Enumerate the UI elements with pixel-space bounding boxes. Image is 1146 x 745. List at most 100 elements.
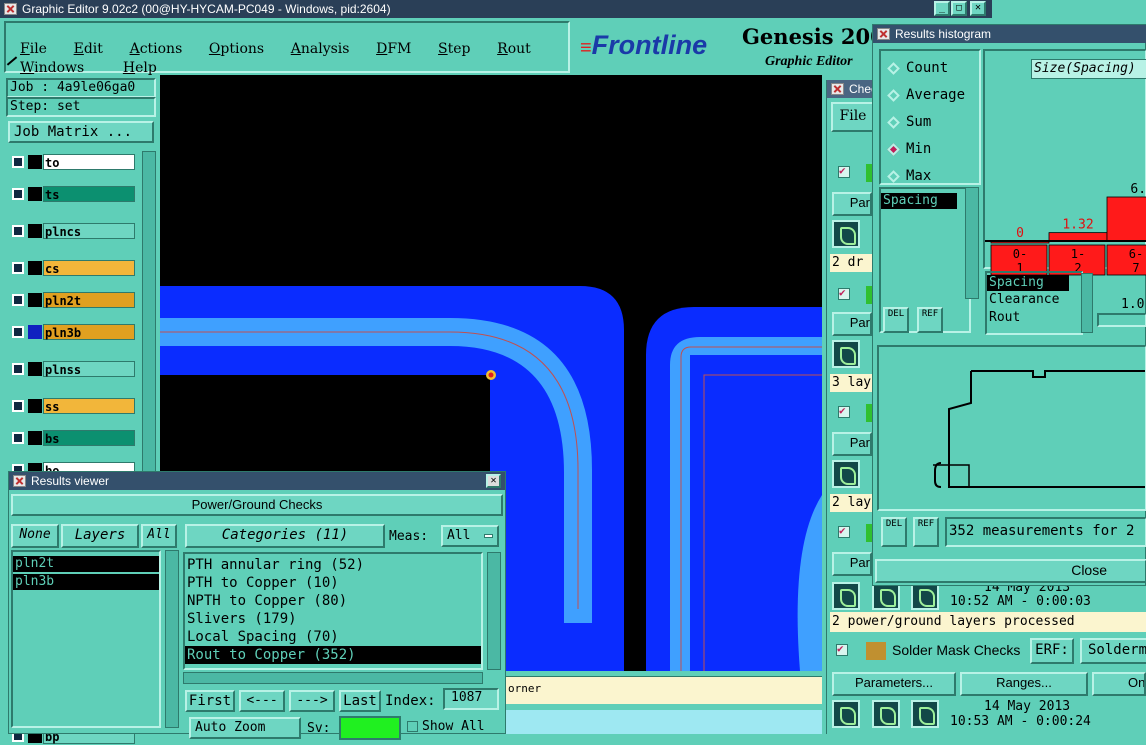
mode-radio-min[interactable]: Min — [887, 136, 979, 163]
check-item-checkbox[interactable] — [838, 524, 850, 538]
measure-type-item[interactable]: Spacing — [987, 275, 1069, 291]
run-icon[interactable] — [832, 460, 860, 488]
result-layer-item[interactable]: pln2t — [13, 556, 159, 572]
maximize-button[interactable]: □ — [951, 1, 967, 16]
prev-button[interactable]: <--- — [239, 690, 285, 712]
layer-name[interactable]: plnss — [43, 361, 135, 377]
erf-select[interactable]: Soldermask — [1080, 638, 1146, 664]
run-all-icon[interactable] — [871, 582, 900, 610]
last-button[interactable]: Last — [339, 690, 381, 712]
categories-button[interactable]: Categories (11) — [185, 524, 385, 548]
category-hscrollbar[interactable] — [183, 672, 483, 684]
ref-button-top[interactable]: REF — [917, 307, 943, 333]
check-parameters-button[interactable]: Par — [832, 432, 872, 456]
layer-checkbox[interactable] — [12, 326, 24, 338]
run-error-icon[interactable] — [911, 700, 940, 728]
layer-checkbox[interactable] — [12, 188, 24, 200]
meas-select[interactable]: All — [441, 525, 499, 547]
checklist-file-menu[interactable]: File — [831, 102, 875, 132]
histogram-list-item[interactable]: Spacing — [881, 193, 957, 209]
auto-zoom-select[interactable]: Auto Zoom — [189, 717, 301, 739]
layer-checkbox[interactable] — [12, 156, 24, 168]
check-parameters-button[interactable]: Par — [832, 552, 872, 576]
layer-checkbox[interactable] — [12, 262, 24, 274]
layer-row-pln3b[interactable]: pln3b — [8, 324, 135, 340]
del-button-top[interactable]: DEL — [883, 307, 909, 333]
layer-name[interactable]: pln3b — [43, 324, 135, 340]
layer-row-to[interactable]: to — [8, 154, 135, 170]
layer-row-ts[interactable]: ts — [8, 186, 135, 202]
result-layer-item[interactable]: pln3b — [13, 574, 159, 590]
ref-button[interactable]: REF — [913, 517, 939, 547]
ranges-button[interactable]: Ranges... — [960, 672, 1088, 696]
layer-name[interactable]: plncs — [43, 223, 135, 239]
menu-step[interactable]: Step — [438, 41, 470, 57]
layer-row-cs[interactable]: cs — [8, 260, 135, 276]
solder-mask-checkbox[interactable] — [836, 642, 848, 656]
menu-analysis[interactable]: Analysis — [291, 41, 350, 57]
menu-rout[interactable]: Rout — [497, 41, 531, 57]
layer-name[interactable]: to — [43, 154, 135, 170]
mode-radio-count[interactable]: Count — [887, 55, 979, 82]
none-button[interactable]: None — [11, 524, 59, 548]
layer-checkbox[interactable] — [12, 363, 24, 375]
mode-radio-average[interactable]: Average — [887, 82, 979, 109]
histogram-close-button[interactable]: Close — [875, 559, 1146, 583]
layers-button[interactable]: Layers — [61, 524, 139, 548]
mode-radio-max[interactable]: Max — [887, 163, 979, 190]
run-icon[interactable] — [832, 220, 860, 248]
category-scrollbar[interactable] — [487, 552, 501, 670]
category-item[interactable]: Local Spacing (70) — [185, 628, 481, 646]
menu-options[interactable]: Options — [209, 41, 264, 57]
parameters-button[interactable]: Parameters... — [832, 672, 956, 696]
close-button[interactable]: ✕ — [970, 1, 986, 16]
show-all-checkbox[interactable] — [407, 721, 418, 732]
layer-row-bs[interactable]: bs — [8, 430, 135, 446]
layer-checkbox[interactable] — [12, 400, 24, 412]
layer-list-scrollbar[interactable] — [142, 151, 156, 475]
category-item[interactable]: PTH annular ring (52) — [185, 556, 481, 574]
minimize-button[interactable]: _ — [934, 1, 950, 16]
layer-checkbox[interactable] — [12, 225, 24, 237]
category-item[interactable]: Slivers (179) — [185, 610, 481, 628]
layer-row-plncs[interactable]: plncs — [8, 223, 135, 239]
layer-name[interactable]: cs — [43, 260, 135, 276]
run-all-icon[interactable] — [871, 700, 900, 728]
del-button[interactable]: DEL — [881, 517, 907, 547]
on-button[interactable]: On — [1092, 672, 1146, 696]
check-parameters-button[interactable]: Par — [832, 312, 872, 336]
sv-color-button[interactable] — [339, 716, 401, 740]
menu-dfm[interactable]: DFM — [376, 41, 411, 57]
measure-type-scrollbar[interactable] — [1081, 273, 1093, 333]
menu-windows[interactable]: Windows — [20, 60, 84, 76]
check-item-checkbox[interactable] — [838, 164, 850, 178]
layer-checkbox[interactable] — [12, 432, 24, 444]
layer-name[interactable]: pln2t — [43, 292, 135, 308]
run-icon[interactable] — [832, 700, 860, 728]
all-button[interactable]: All — [141, 524, 177, 548]
job-matrix-button[interactable]: Job Matrix ... — [8, 121, 154, 143]
menu-help[interactable]: Help — [123, 60, 157, 76]
layer-row-ss[interactable]: ss — [8, 398, 135, 414]
run-error-icon[interactable] — [911, 582, 940, 610]
category-item[interactable]: Rout to Copper (352) — [185, 646, 481, 664]
histogram-list-scrollbar[interactable] — [965, 187, 979, 299]
layer-name[interactable]: ss — [43, 398, 135, 414]
menu-edit[interactable]: Edit — [74, 41, 103, 57]
layer-name[interactable]: bs — [43, 430, 135, 446]
first-button[interactable]: First — [185, 690, 235, 712]
next-button[interactable]: ---> — [289, 690, 335, 712]
run-icon[interactable] — [832, 582, 860, 610]
run-icon[interactable] — [832, 340, 860, 368]
menu-actions[interactable]: Actions — [130, 41, 183, 57]
check-item-checkbox[interactable] — [838, 404, 850, 418]
check-parameters-button[interactable]: Par — [832, 192, 872, 216]
measure-type-item[interactable]: Rout — [987, 309, 1081, 327]
category-item[interactable]: PTH to Copper (10) — [185, 574, 481, 592]
result-layer-scrollbar[interactable] — [165, 550, 179, 728]
category-item[interactable]: NPTH to Copper (80) — [185, 592, 481, 610]
index-field[interactable]: 1087 — [443, 688, 499, 710]
measure-type-item[interactable]: Clearance — [987, 291, 1081, 309]
layer-row-plnss[interactable]: plnss — [8, 361, 135, 377]
layer-name[interactable]: ts — [43, 186, 135, 202]
